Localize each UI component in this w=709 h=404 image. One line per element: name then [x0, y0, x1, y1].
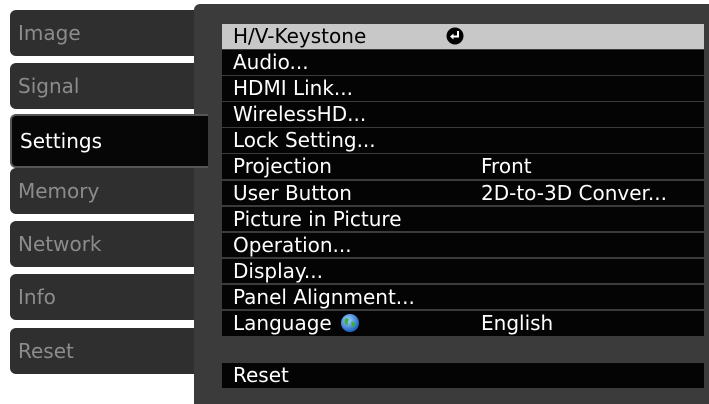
menu-item-label: Lock Setting...	[233, 128, 376, 153]
tab-memory[interactable]: Memory	[10, 168, 194, 214]
tab-label: Memory	[18, 179, 100, 203]
menu-item-label: Language	[233, 311, 360, 335]
tab-label: Reset	[18, 339, 74, 363]
menu-item-label: Display...	[233, 258, 323, 283]
menu-item-label: HDMI Link...	[233, 76, 353, 101]
menu-item-value: English	[481, 311, 554, 336]
tab-image[interactable]: Image	[10, 10, 194, 56]
menu-item-audio[interactable]: Audio...	[222, 50, 704, 75]
menu-item-label: Panel Alignment...	[233, 284, 415, 309]
globe-icon	[340, 314, 359, 333]
menu-item-hdmi-link[interactable]: HDMI Link...	[222, 76, 704, 101]
settings-menu: H/V-Keystone Audio... HDMI Link... Wirel…	[222, 24, 704, 337]
tab-reset[interactable]: Reset	[10, 328, 194, 374]
menu-item-display[interactable]: Display...	[222, 258, 704, 284]
tab-settings[interactable]: Settings	[10, 114, 208, 168]
tab-network[interactable]: Network	[10, 221, 194, 267]
menu-item-lock-setting[interactable]: Lock Setting...	[222, 128, 704, 153]
tab-label: Image	[18, 21, 81, 45]
menu-item-operation[interactable]: Operation...	[222, 232, 704, 258]
menu-item-label: Projection	[233, 154, 332, 179]
menu-item-projection[interactable]: Projection Front	[222, 154, 704, 179]
tab-label: Settings	[20, 129, 103, 153]
tab-signal[interactable]: Signal	[10, 63, 194, 109]
tab-label: Signal	[18, 74, 80, 98]
menu-item-label: WirelessHD...	[233, 102, 367, 127]
menu-item-reset[interactable]: Reset	[222, 363, 704, 388]
menu-item-user-button[interactable]: User Button 2D-to-3D Conver...	[222, 180, 704, 206]
menu-item-label: H/V-Keystone	[233, 24, 367, 48]
menu-item-language[interactable]: Language English	[222, 311, 704, 336]
tab-label: Network	[18, 232, 102, 256]
reset-row-container: Reset	[222, 363, 704, 389]
tab-info[interactable]: Info	[10, 274, 194, 320]
menu-item-value: 2D-to-3D Conver...	[481, 180, 667, 205]
menu-item-label: Audio...	[233, 50, 309, 75]
language-label: Language	[233, 311, 332, 336]
enter-return-icon	[446, 27, 464, 45]
menu-item-label: Reset	[233, 363, 289, 387]
menu-item-panel-alignment[interactable]: Panel Alignment...	[222, 284, 704, 310]
menu-item-label: Picture in Picture	[233, 206, 402, 231]
menu-item-label: Operation...	[233, 232, 352, 257]
menu-item-value: Front	[481, 154, 532, 179]
menu-item-wirelesshd[interactable]: WirelessHD...	[222, 102, 704, 127]
menu-item-picture-in-picture[interactable]: Picture in Picture	[222, 206, 704, 232]
menu-item-hv-keystone[interactable]: H/V-Keystone	[222, 24, 704, 49]
tab-label: Info	[18, 285, 56, 309]
menu-item-label: User Button	[233, 180, 352, 205]
